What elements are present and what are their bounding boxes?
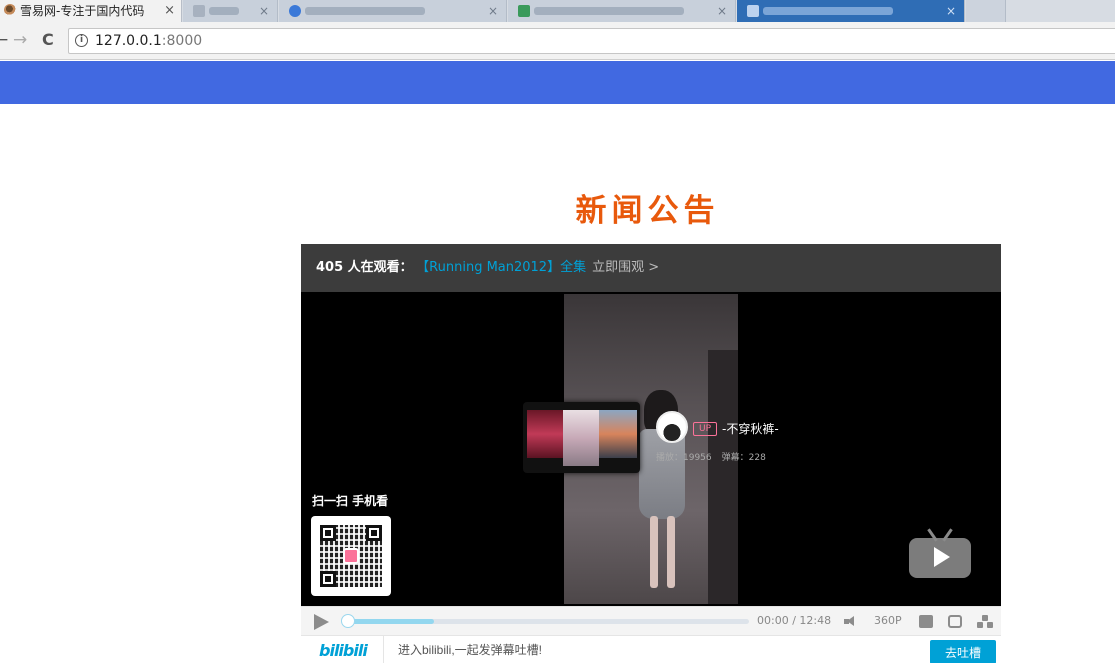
page-header-bar [0,61,1115,104]
thumbnail-panel [527,410,563,458]
related-video-thumbnail[interactable] [523,402,640,473]
tab-title-blurred [209,7,239,15]
watch-now-link[interactable]: 立即围观 > [592,260,659,275]
danmaku-input[interactable] [391,638,921,662]
player-top-bar: 405 人在观看： 【Running Man2012】全集 立即围观 > [301,244,1001,292]
tab-close-icon[interactable]: × [488,0,498,22]
url-port: :8000 [161,33,203,49]
play-count: 播放：19956 [656,453,712,463]
progress-handle[interactable] [341,614,355,628]
tab-title-blurred [763,7,893,15]
loop-icon[interactable] [948,615,962,628]
address-bar[interactable]: i 127.0.0.1:8000 [68,28,1115,54]
tab-favicon-icon [193,5,205,17]
qr-logo-icon [343,548,359,564]
site-info-icon[interactable]: i [75,34,88,47]
browser-tab-active[interactable]: 雪易网-专注于国内代码 × [0,0,182,22]
divider [383,636,384,663]
play-icon[interactable] [314,614,329,630]
tab-close-icon[interactable]: × [259,0,269,22]
browser-tab[interactable]: × [279,0,507,22]
send-danmaku-button[interactable]: 去吐槽 [930,640,996,663]
bilibili-logo: bilibili [319,641,368,660]
qr-finder-mark [320,525,336,541]
live-watch-count: 405 人在观看： [316,260,413,275]
progress-buffered [345,619,434,624]
playback-time: 00:00 / 12:48 [757,614,832,627]
page-title: 新闻公告 [575,193,720,229]
danmaku-toggle-icon[interactable] [919,615,933,628]
qr-code [311,516,391,596]
back-arrow-icon[interactable]: ← [0,30,8,50]
browser-tab[interactable]: × [183,0,278,22]
url-host: 127.0.0.1 [95,33,162,49]
quality-selector[interactable]: 360P [874,614,902,627]
qr-label: 扫一扫 手机看 [312,494,389,508]
more-settings-icon[interactable] [977,615,993,628]
tab-favicon-icon [289,5,301,17]
video-frame-wall [708,350,738,604]
tab-title-blurred [305,7,425,15]
tab-close-icon[interactable]: × [717,0,727,22]
progress-bar[interactable] [341,614,749,628]
danmaku-count: 弹幕：228 [721,453,766,463]
uploader-name[interactable]: -不穿秋裤- [722,421,779,437]
video-figure-leg [650,516,658,588]
forward-arrow-icon[interactable]: → [13,30,27,50]
qr-finder-mark [366,525,382,541]
tv-play-icon[interactable] [909,528,973,578]
video-screen[interactable]: UP -不穿秋裤- 播放：19956 弹幕：228 扫一扫 手机看 [301,292,1001,606]
thumbnail-panel [563,410,599,466]
tab-close-icon[interactable]: × [164,0,175,22]
tab-close-icon[interactable]: × [946,0,956,22]
uploader-stats: 播放：19956 弹幕：228 [656,452,766,464]
uploader-avatar[interactable] [656,411,688,443]
video-figure-leg [667,516,675,588]
volume-icon[interactable] [844,616,856,627]
browser-tab[interactable]: × [508,0,736,22]
site-favicon-icon [4,4,16,16]
tab-title: 雪易网-专注于国内代码 [20,4,145,18]
qr-code-pattern [320,525,382,587]
video-player: 405 人在观看： 【Running Man2012】全集 立即围观 > UP -不… [301,244,1001,663]
browser-tab[interactable]: × [737,0,965,22]
video-figure-body [639,429,685,519]
series-link[interactable]: 【Running Man2012】全集 [423,260,586,275]
browser-tab-strip: 雪易网-专注于国内代码 × × × × × [0,0,1115,22]
thumbnail-panel [599,410,637,458]
qr-finder-mark [320,571,336,587]
new-tab-button[interactable] [966,0,1006,22]
reload-icon[interactable]: C [42,30,54,50]
tab-favicon-icon [747,5,759,17]
browser-toolbar: ← → C i 127.0.0.1:8000 [0,22,1115,60]
player-control-bar: 00:00 / 12:48 360P [301,606,1001,635]
tv-play-triangle [934,547,950,567]
tab-title-blurred [534,7,684,15]
danmaku-send-bar: bilibili 去吐槽 [301,635,1001,663]
tab-favicon-icon [518,5,530,17]
up-badge: UP [693,422,718,436]
